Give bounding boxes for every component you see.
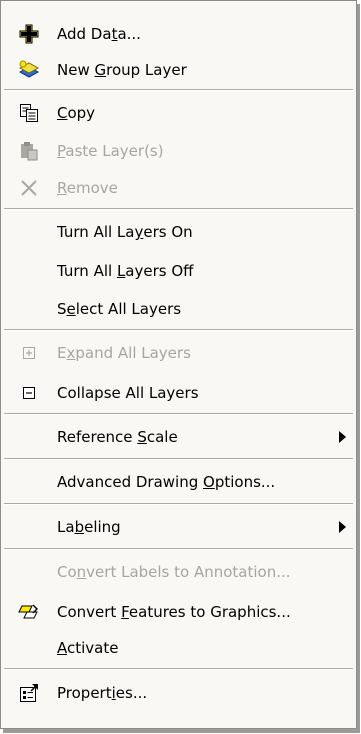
add-data-icon [18, 23, 40, 45]
remove-icon [18, 177, 40, 199]
separator [4, 208, 353, 210]
separator [4, 458, 353, 460]
menu-item-copy[interactable]: Copy [1, 99, 356, 127]
layers-context-menu: Add Data... New Group Layer Copy Paste L… [0, 0, 357, 729]
menu-item-activate[interactable]: Activate [1, 633, 356, 663]
separator [4, 329, 353, 331]
properties-icon [18, 682, 40, 704]
menu-item-expand-all-layers[interactable]: Expand All Layers [1, 338, 356, 368]
menu-item-remove[interactable]: Remove [1, 174, 356, 202]
separator [4, 668, 353, 670]
separator [4, 548, 353, 550]
paste-icon [18, 140, 40, 162]
submenu-arrow-icon [339, 431, 346, 443]
submenu-arrow-icon [339, 521, 346, 533]
separator [4, 89, 353, 91]
menu-item-turn-all-layers-on[interactable]: Turn All Layers On [1, 217, 356, 247]
menu-item-convert-labels-to-annotation[interactable]: Convert Labels to Annotation... [1, 557, 356, 587]
menu-item-reference-scale[interactable]: Reference Scale [1, 422, 356, 452]
menu-item-new-group-layer[interactable]: New Group Layer [1, 56, 356, 84]
expand-icon [18, 342, 40, 364]
menu-item-collapse-all-layers[interactable]: Collapse All Layers [1, 378, 356, 408]
menu-item-convert-features-to-graphics[interactable]: Convert Features to Graphics... [1, 597, 356, 627]
new-group-layer-icon [18, 59, 40, 81]
menu-item-select-all-layers[interactable]: Select All Layers [1, 294, 356, 324]
separator [4, 503, 353, 505]
menu-item-paste-layers[interactable]: Paste Layer(s) [1, 137, 356, 165]
menu-item-advanced-drawing-options[interactable]: Advanced Drawing Options... [1, 467, 356, 497]
menu-item-labeling[interactable]: Labeling [1, 512, 356, 542]
collapse-icon [18, 382, 40, 404]
convert-features-icon [18, 601, 40, 623]
separator [4, 413, 353, 415]
menu-item-properties[interactable]: Properties... [1, 677, 356, 709]
menu-item-add-data[interactable]: Add Data... [1, 20, 356, 48]
copy-icon [18, 102, 40, 124]
menu-item-turn-all-layers-off[interactable]: Turn All Layers Off [1, 256, 356, 286]
